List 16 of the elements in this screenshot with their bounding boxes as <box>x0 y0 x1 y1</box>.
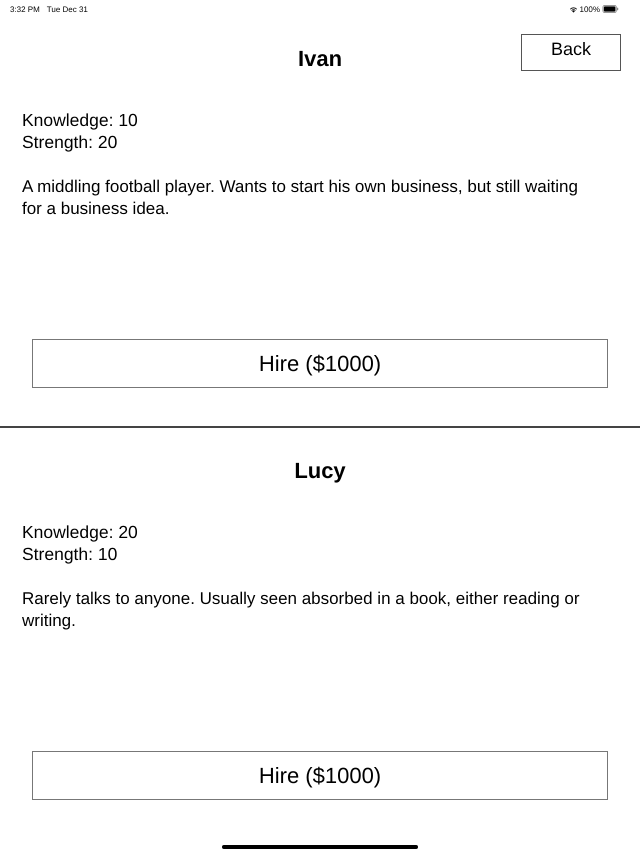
stat-text: Knowledge: 10 <box>22 109 139 131</box>
candidate-name: Ivan <box>298 46 342 72</box>
hire-button[interactable]: Hire ($1000) <box>32 339 608 388</box>
candidate-description: A middling football player. Wants to start his own business, but still waiting for a business idea. <box>22 176 579 220</box>
stat-text: Knowledge: 20 <box>22 521 139 543</box>
stat-text: Strength: 10 <box>22 543 118 565</box>
hire-button[interactable]: Hire ($1000) <box>32 751 608 800</box>
stat-text: Strength: 20 <box>22 131 118 153</box>
battery-icon <box>602 5 619 13</box>
back-button[interactable]: Back <box>521 34 621 71</box>
candidate-name: Lucy <box>294 458 346 484</box>
status-date: Tue Dec 31 <box>46 4 88 14</box>
wifi-icon <box>568 6 578 12</box>
battery-percent: 100% <box>580 4 600 14</box>
status-time: 3:32 PM <box>10 4 40 14</box>
candidate-description: Rarely talks to anyone. Usually seen absorbed in a book, either reading or writing. <box>22 588 581 632</box>
